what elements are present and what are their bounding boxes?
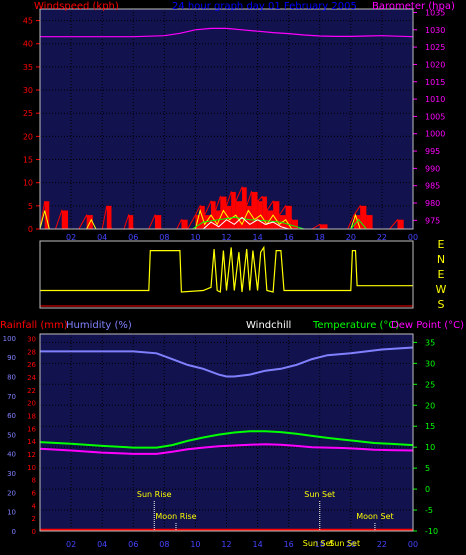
rainfall-tick-label: 26 — [27, 361, 36, 369]
bottom-hour-tick-label: 10 — [190, 540, 200, 549]
windspeed-tick-label: 15 — [23, 156, 33, 165]
bottom-hour-tick-label: 02 — [66, 540, 76, 549]
weather-chart-svg: 0510152025303540459759809859909951000100… — [3, 8, 447, 549]
weather-graph: 0 5 10 15 20 25 30 35 40 45 975 980 985 990 995 1000 100… — [0, 0, 466, 555]
barometer-tick-label: 980 — [425, 199, 440, 208]
rainfall-tick-label: 0 — [32, 528, 36, 536]
compass-label: E — [438, 238, 445, 251]
windspeed-tick-label: 20 — [23, 132, 33, 141]
humidity-tick-label: 100 — [3, 335, 16, 343]
rainfall-tick-label: 16 — [27, 425, 36, 433]
rainfall-tick-label: 4 — [32, 502, 37, 510]
temperature-tick-label: 25 — [425, 380, 435, 389]
barometer-tick-label: 985 — [425, 182, 440, 191]
event-label: Moon Rise — [155, 512, 196, 521]
temperature-tick-label: 30 — [425, 359, 435, 368]
windspeed-tick-label: 5 — [28, 202, 33, 211]
bottom-hour-tick-label: 22 — [377, 540, 387, 549]
bottom-hour-tick-label: 00 — [408, 540, 418, 549]
windspeed-tick-label: 10 — [23, 179, 33, 188]
barometer-tick-label: 1025 — [425, 43, 445, 52]
rainfall-tick-label: 22 — [27, 387, 36, 395]
humidity-tick-label: 30 — [7, 470, 16, 478]
barometer-tick-label: 1010 — [425, 95, 445, 104]
wind-speed-bar — [226, 205, 232, 229]
windchill-axis-title: Windchill — [246, 320, 292, 331]
windspeed-tick-label: 0 — [28, 225, 33, 234]
rainfall-tick-label: 24 — [27, 374, 36, 382]
humidity-tick-label: 80 — [7, 373, 16, 381]
humidity-tick-label: 20 — [7, 489, 16, 497]
humidity-axis-title: Humidity (%) — [66, 320, 132, 331]
event-label: Sun Set — [304, 490, 335, 499]
barometer-axis-title: Barometer (hpa) — [372, 1, 455, 12]
humidity-tick-label: 40 — [7, 451, 16, 459]
windspeed-tick-label: 45 — [23, 17, 33, 26]
bottom-hour-tick-label: 06 — [128, 540, 138, 549]
barometer-tick-label: 990 — [425, 164, 440, 173]
barometer-tick-label: 975 — [425, 216, 440, 225]
barometer-tick-label: 995 — [425, 147, 440, 156]
rainfall-tick-label: 28 — [27, 348, 36, 356]
rainfall-tick-label: 14 — [27, 438, 36, 446]
event-label: Moon Set — [356, 512, 393, 521]
temperature-axis-title: Temperature (°C) — [313, 320, 400, 331]
sun-set-bottom-label-b: Sun Set — [329, 539, 360, 548]
humidity-tick-label: 50 — [7, 431, 16, 439]
windspeed-axis-title: Windspeed (kph) — [34, 1, 119, 12]
compass-label: W — [436, 283, 447, 296]
windspeed-tick-label: 25 — [23, 109, 33, 118]
bottom-hour-tick-label: 14 — [252, 540, 262, 549]
compass-label: N — [437, 253, 445, 266]
bottom-hour-tick-label: 12 — [221, 540, 231, 549]
barometer-tick-label: 1000 — [425, 130, 445, 139]
temperature-tick-label: 5 — [425, 464, 430, 473]
barometer-tick-label: 1030 — [425, 26, 445, 35]
windspeed-tick-label: 35 — [23, 63, 33, 72]
humidity-tick-label: 0 — [12, 528, 16, 536]
rainfall-axis-title: Rainfall (mm) — [0, 320, 68, 331]
compass-label: E — [438, 268, 445, 281]
dewpoint-axis-title: Dew Point (°C) — [391, 320, 465, 331]
event-label: Sun Rise — [137, 490, 172, 499]
temperature-tick-label: 15 — [425, 422, 435, 431]
humidity-tick-label: 10 — [7, 509, 16, 517]
temperature-tick-label: -5 — [425, 506, 433, 515]
bottom-hour-tick-label: 16 — [284, 540, 294, 549]
rainfall-tick-label: 2 — [32, 515, 36, 523]
rainfall-tick-label: 6 — [32, 489, 37, 497]
rainfall-tick-label: 30 — [27, 335, 36, 343]
bottom-hour-tick-label: 04 — [97, 540, 107, 549]
humidity-tick-label: 90 — [7, 354, 16, 362]
rainfall-tick-label: 20 — [27, 400, 36, 408]
temperature-tick-label: 10 — [425, 443, 435, 452]
humidity-tick-label: 60 — [7, 412, 16, 420]
barometer-tick-label: 1015 — [425, 78, 445, 87]
rainfall-tick-label: 8 — [32, 477, 36, 485]
windspeed-tick-label: 40 — [23, 40, 33, 49]
temperature-tick-label: 0 — [425, 485, 430, 494]
wind-speed-bar — [235, 201, 243, 229]
bottom-hour-tick-label: 08 — [159, 540, 169, 549]
windspeed-tick-label: 30 — [23, 86, 33, 95]
compass-label: S — [438, 298, 445, 311]
humidity-tick-label: 70 — [7, 393, 16, 401]
temperature-tick-label: 35 — [425, 338, 435, 347]
rainfall-tick-label: 18 — [27, 412, 36, 420]
wind-speed-bar — [246, 205, 252, 229]
barometer-tick-label: 1005 — [425, 112, 445, 121]
barometer-tick-label: 1020 — [425, 60, 445, 69]
rainfall-tick-label: 10 — [27, 464, 36, 472]
rainfall-tick-label: 12 — [27, 451, 36, 459]
chart-title: 24 hour graph day 01 February 2005 — [172, 1, 357, 12]
temperature-tick-label: 20 — [425, 401, 435, 410]
temperature-tick-label: -10 — [425, 527, 438, 536]
